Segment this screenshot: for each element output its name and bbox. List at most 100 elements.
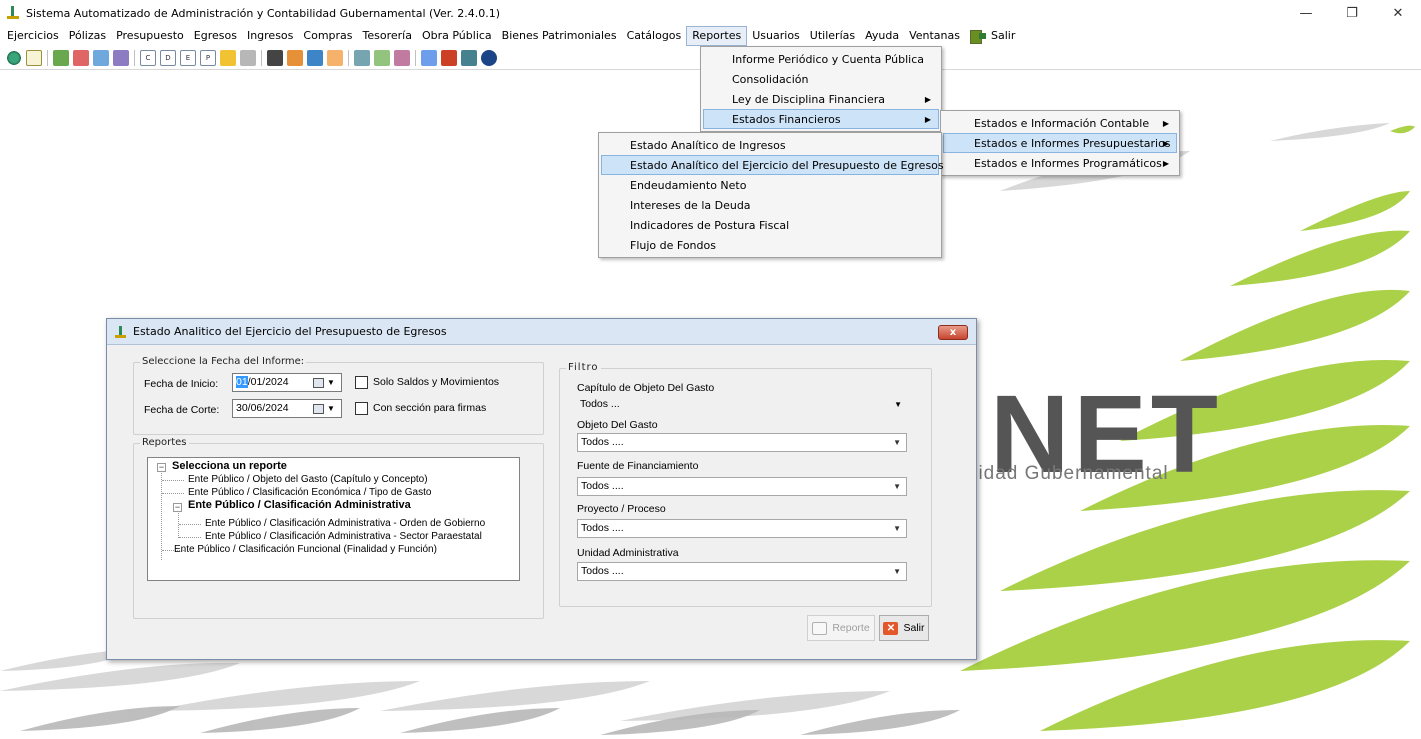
menu-utilerias[interactable]: Utilerías — [805, 26, 860, 46]
users-icon[interactable] — [394, 49, 410, 66]
fecha-inicio-rest: /01/2024 — [247, 376, 289, 388]
menu-item-label: Ley de Disciplina Financiera — [732, 93, 886, 106]
menu-item-label: Estados e Informes Programáticos — [974, 157, 1162, 170]
menu-egresos[interactable]: Egresos — [189, 26, 242, 46]
menu-ventanas[interactable]: Ventanas — [904, 26, 965, 46]
menu-item-indicadores-postura[interactable]: Indicadores de Postura Fiscal — [601, 215, 939, 235]
menu-item-label: Informe Periódico y Cuenta Pública — [732, 53, 925, 66]
menu-item-estados-financieros[interactable]: Estados Financieros ▶ — [703, 109, 939, 129]
inbox-icon[interactable] — [93, 49, 109, 66]
truck-icon[interactable] — [307, 49, 323, 66]
firmas-label: Con sección para firmas — [373, 402, 487, 414]
menu-item-consolidacion[interactable]: Consolidación — [703, 69, 939, 89]
menu-obra-publica[interactable]: Obra Pública — [417, 26, 497, 46]
refresh-icon[interactable] — [6, 49, 22, 66]
salir-button-label: Salir — [903, 622, 925, 634]
reporte-button[interactable]: Reporte — [807, 615, 875, 641]
menu-tesoreria[interactable]: Tesorería — [358, 26, 417, 46]
solo-saldos-checkbox[interactable] — [355, 376, 368, 389]
menu-reportes[interactable]: Reportes — [686, 26, 748, 46]
wallet-icon[interactable] — [73, 49, 89, 66]
menu-ingresos[interactable]: Ingresos — [242, 26, 298, 46]
salir-button[interactable]: ✕ Salir — [879, 615, 929, 641]
save-icon[interactable] — [461, 49, 477, 66]
menu-compras[interactable]: Compras — [298, 26, 357, 46]
close-icon: ✕ — [883, 621, 899, 635]
window-title: Sistema Automatizado de Administración y… — [26, 6, 501, 20]
minimize-button[interactable]: — — [1283, 0, 1329, 26]
firmas-checkbox[interactable] — [355, 402, 368, 415]
objeto-gasto-select[interactable]: Todos .... ▼ — [577, 433, 907, 452]
tree-root[interactable]: Selecciona un reporte — [172, 460, 287, 472]
ledger-icon[interactable] — [53, 49, 69, 66]
tree-item-group[interactable]: Ente Público / Clasificación Administrat… — [188, 499, 411, 511]
d-button-icon[interactable]: D — [160, 49, 176, 66]
pencil-icon[interactable] — [287, 49, 303, 66]
key-icon[interactable] — [441, 49, 457, 66]
p-button-icon[interactable]: P — [200, 49, 216, 66]
calendar-dropdown[interactable]: ▼ — [313, 402, 339, 415]
print-icon[interactable] — [240, 49, 256, 66]
capitulo-select[interactable]: Todos ... ▼ — [577, 396, 907, 415]
fuente-financiamiento-select[interactable]: Todos .... ▼ — [577, 477, 907, 496]
menu-item-label: Estados e Informes Presupuestarios — [974, 137, 1171, 150]
tools-icon[interactable] — [374, 49, 390, 66]
proyecto-select[interactable]: Todos .... ▼ — [577, 519, 907, 538]
fecha-inicio-picker[interactable]: 01/01/2024 ▼ — [232, 373, 342, 392]
box-icon[interactable] — [327, 49, 343, 66]
background-logo-subtitle: ilidad Gubernamental — [968, 463, 1169, 484]
menu-bienes-patrimoniales[interactable]: Bienes Patrimoniales — [497, 26, 622, 46]
menu-presupuesto[interactable]: Presupuesto — [111, 26, 189, 46]
clipboard-icon[interactable] — [267, 49, 283, 66]
grid-icon[interactable] — [113, 49, 129, 66]
tree-item[interactable]: Ente Público / Clasificación Administrat… — [205, 518, 485, 529]
tree-collapse-icon[interactable]: − — [173, 503, 182, 512]
calendar-dropdown[interactable]: ▼ — [313, 376, 339, 389]
tree-item[interactable]: Ente Público / Clasificación Económica /… — [188, 487, 431, 498]
menu-item-ley-disciplina[interactable]: Ley de Disciplina Financiera ▶ — [703, 89, 939, 109]
menu-item-flujo-fondos[interactable]: Flujo de Fondos — [601, 235, 939, 255]
report-tree[interactable]: − Selecciona un reporte Ente Público / O… — [147, 457, 520, 581]
menu-item-label: Consolidación — [732, 73, 809, 86]
menu-item-estado-analitico-ingresos[interactable]: Estado Analítico de Ingresos — [601, 135, 939, 155]
chevron-down-icon: ▼ — [327, 378, 335, 387]
dialog-titlebar[interactable]: Estado Analitico del Ejercicio del Presu… — [107, 319, 976, 345]
hierarchy-icon[interactable] — [421, 49, 437, 66]
menu-ejercicios[interactable]: Ejercicios — [2, 26, 64, 46]
unidad-administrativa-select[interactable]: Todos .... ▼ — [577, 562, 907, 581]
menu-usuarios[interactable]: Usuarios — [747, 26, 805, 46]
menu-item-label: Indicadores de Postura Fiscal — [630, 219, 790, 232]
close-button[interactable]: ✕ — [1375, 0, 1421, 26]
submenu-arrow-icon: ▶ — [1162, 139, 1169, 148]
menu-ayuda[interactable]: Ayuda — [860, 26, 904, 46]
menu-item-intereses-deuda[interactable]: Intereses de la Deuda — [601, 195, 939, 215]
c-button-icon[interactable]: C — [140, 49, 156, 66]
tree-collapse-icon[interactable]: − — [157, 463, 166, 472]
filter-label-objeto: Objeto Del Gasto — [577, 419, 658, 431]
menu-salir[interactable]: Salir — [965, 26, 1020, 46]
menu-item-estados-presupuestarios[interactable]: Estados e Informes Presupuestarios ▶ — [943, 133, 1177, 153]
document-icon[interactable] — [26, 49, 42, 66]
menu-item-estado-analitico-egresos[interactable]: Estado Analítico del Ejercicio del Presu… — [601, 155, 944, 175]
toolbar-separator — [261, 49, 262, 66]
tree-item[interactable]: Ente Público / Objeto del Gasto (Capítul… — [188, 474, 428, 485]
dialog-close-button[interactable]: x — [938, 325, 968, 340]
menu-item-endeudamiento-neto[interactable]: Endeudamiento Neto — [601, 175, 939, 195]
tree-item[interactable]: Ente Público / Clasificación Funcional (… — [174, 544, 437, 555]
toolbar-separator — [47, 49, 48, 66]
tree-item[interactable]: Ente Público / Clasificación Administrat… — [205, 531, 482, 542]
fecha-corte-picker[interactable]: 30/06/2024 ▼ — [232, 399, 342, 418]
menu-item-label: Estado Analítico del Ejercicio del Presu… — [630, 159, 944, 172]
maximize-button[interactable]: ❐ — [1329, 0, 1375, 26]
menu-item-estados-programaticos[interactable]: Estados e Informes Programáticos ▶ — [943, 153, 1177, 173]
calculator-icon[interactable] — [220, 49, 236, 66]
book-icon[interactable] — [354, 49, 370, 66]
menu-catalogos[interactable]: Catálogos — [622, 26, 687, 46]
menu-polizas[interactable]: Pólizas — [64, 26, 111, 46]
calendar-icon — [313, 403, 324, 414]
menu-item-estados-contable[interactable]: Estados e Información Contable ▶ — [943, 113, 1177, 133]
e-button-icon[interactable]: E — [180, 49, 196, 66]
submenu-arrow-icon: ▶ — [924, 95, 931, 104]
menu-item-informe-periodico[interactable]: Informe Periódico y Cuenta Pública — [703, 49, 939, 69]
help-icon[interactable] — [481, 49, 497, 66]
